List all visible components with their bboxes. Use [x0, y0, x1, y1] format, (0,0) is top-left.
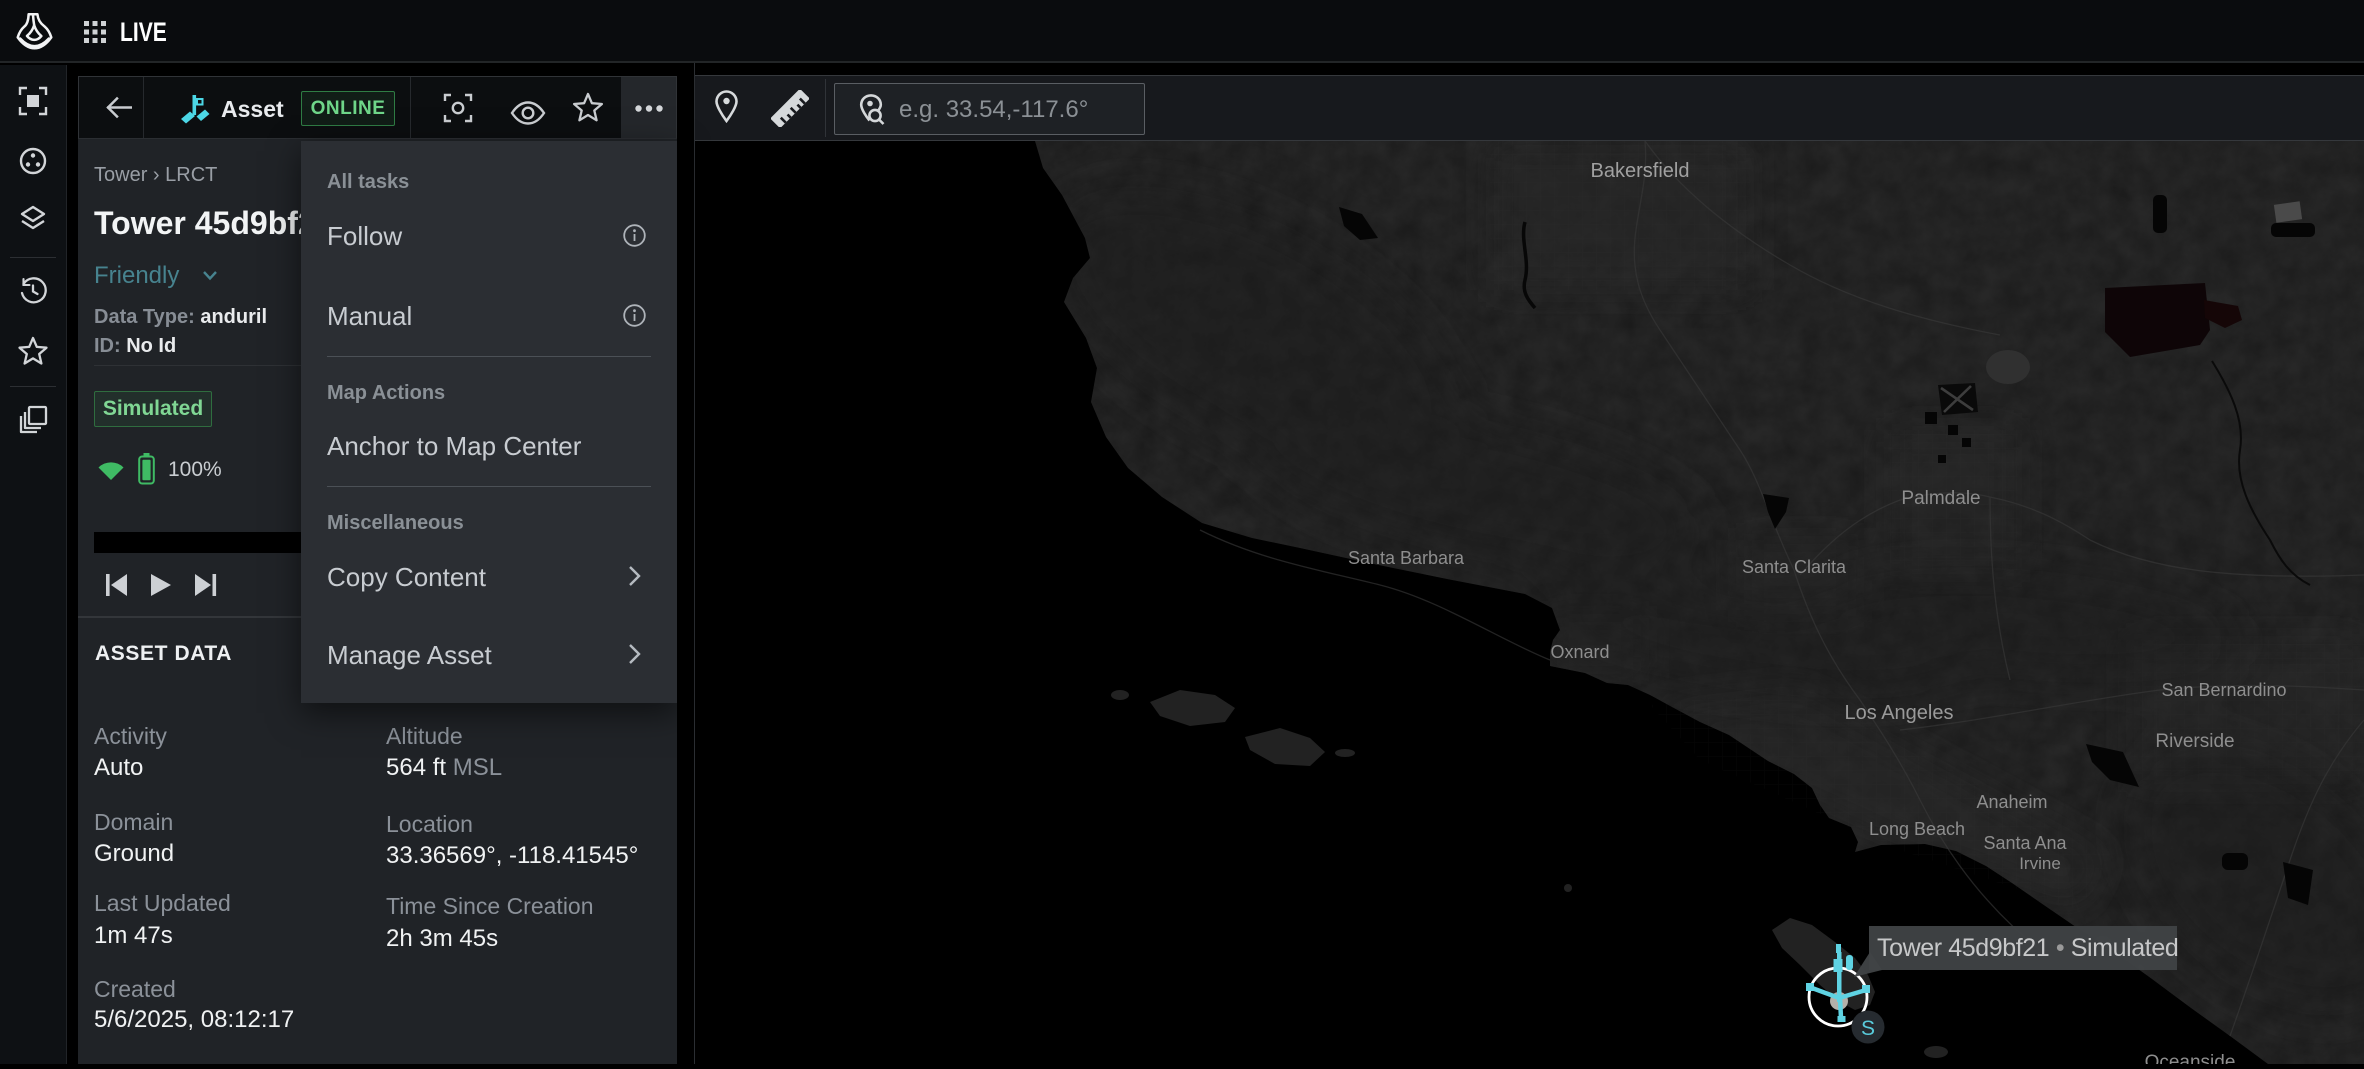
svg-text:Oxnard: Oxnard: [1550, 642, 1609, 662]
svg-text:Riverside: Riverside: [2155, 731, 2234, 752]
svg-text:Anaheim: Anaheim: [1976, 792, 2047, 812]
svg-text:Santa Clarita: Santa Clarita: [1742, 557, 1847, 577]
svg-text:Bakersfield: Bakersfield: [1591, 160, 1690, 182]
svg-text:Long Beach: Long Beach: [1869, 819, 1965, 839]
svg-text:Tower 45d9bf21 • Simulated: Tower 45d9bf21 • Simulated: [1877, 934, 2178, 962]
svg-text:Los Angeles: Los Angeles: [1845, 702, 1954, 724]
svg-text:Santa Barbara: Santa Barbara: [1348, 548, 1465, 568]
svg-text:Santa Ana: Santa Ana: [1983, 833, 2067, 853]
svg-text:San Bernardino: San Bernardino: [2161, 680, 2286, 700]
svg-text:Palmdale: Palmdale: [1901, 488, 1980, 509]
svg-text:Irvine: Irvine: [2019, 854, 2061, 873]
svg-text:Oceanside: Oceanside: [2145, 1052, 2236, 1064]
svg-text:S: S: [1861, 1017, 1875, 1040]
